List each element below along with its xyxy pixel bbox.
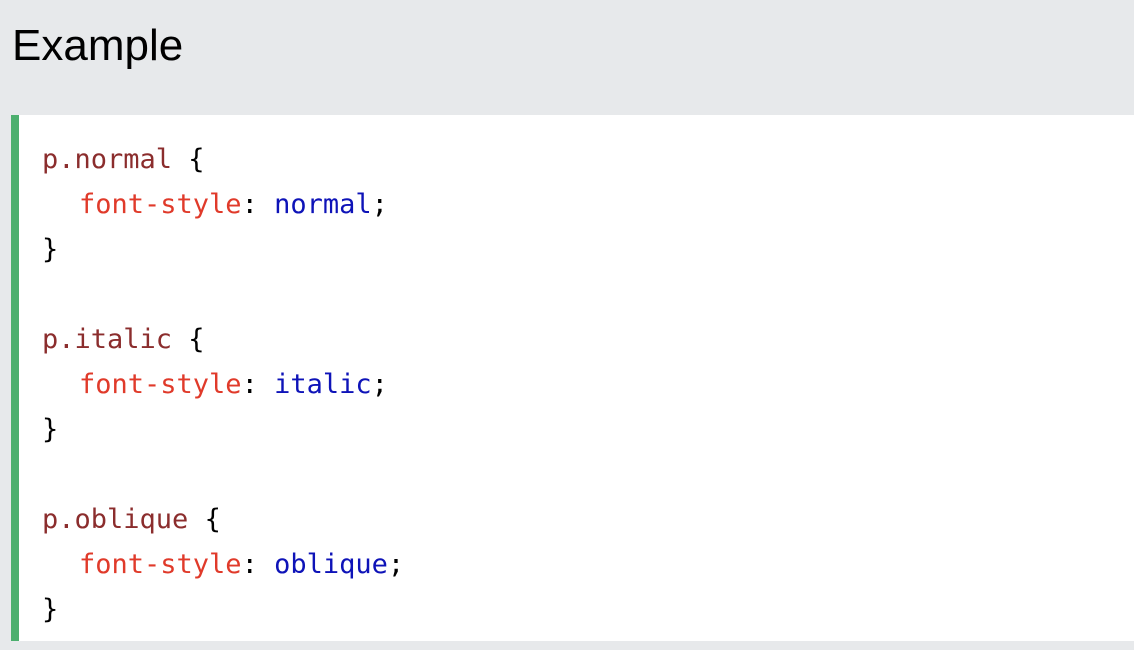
semicolon: ;	[371, 369, 388, 400]
code-line-close: }	[42, 227, 1134, 272]
code-line-selector: p.italic {	[42, 317, 1134, 362]
css-property: font-style	[79, 369, 242, 400]
css-value: oblique	[274, 549, 388, 580]
code-line-declaration: font-style: italic;	[42, 362, 1134, 407]
example-panel: Example p.normal { font-style: normal; }…	[0, 0, 1134, 650]
css-value: normal	[274, 189, 372, 220]
code-line-selector: p.normal {	[42, 137, 1134, 182]
css-property: font-style	[79, 549, 242, 580]
code-line-selector: p.oblique {	[42, 497, 1134, 542]
css-value: italic	[274, 369, 372, 400]
example-heading: Example	[12, 21, 184, 70]
code-block: p.normal { font-style: normal; } p.itali…	[11, 115, 1134, 641]
code-line-close: }	[42, 587, 1134, 632]
css-selector: p.oblique	[42, 504, 189, 535]
semicolon: ;	[371, 189, 388, 220]
code-line-declaration: font-style: normal;	[42, 182, 1134, 227]
semicolon: ;	[387, 549, 405, 580]
close-brace: }	[42, 234, 59, 265]
code-line-close: }	[42, 407, 1134, 452]
open-brace: {	[172, 324, 205, 355]
open-brace: {	[172, 144, 205, 175]
colon: :	[241, 189, 275, 220]
css-property: font-style	[79, 189, 242, 220]
colon: :	[241, 549, 275, 580]
open-brace: {	[188, 504, 221, 535]
css-selector: p.normal	[42, 144, 173, 175]
code-line-declaration: font-style: oblique;	[42, 542, 1134, 587]
css-selector: p.italic	[42, 324, 173, 355]
close-brace: }	[42, 594, 59, 625]
colon: :	[241, 369, 275, 400]
close-brace: }	[42, 414, 59, 445]
